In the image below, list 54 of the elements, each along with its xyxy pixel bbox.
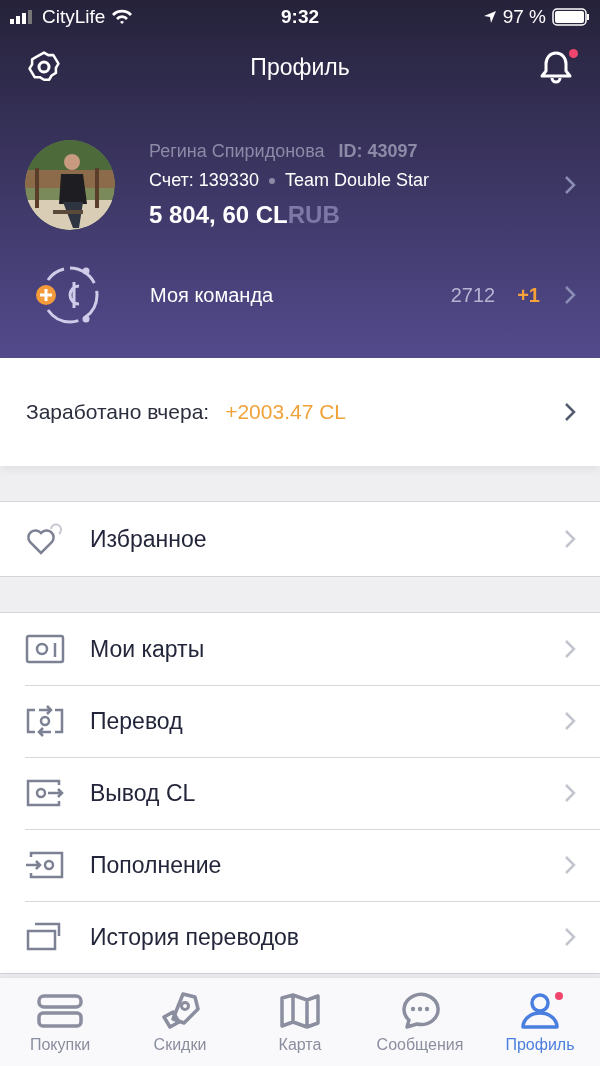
chevron-icon <box>564 175 576 195</box>
menu-label: История переводов <box>90 923 301 951</box>
menu-label: Перевод <box>90 707 184 735</box>
profile-row[interactable]: Регина Спиридонова ID: 43097 Счет: 139330 Team Double Star 5 804, 60 CLRUB <box>0 100 600 230</box>
bullet-dot <box>268 177 275 184</box>
team-delta: +1 <box>517 283 540 307</box>
chevron-icon <box>564 711 576 731</box>
earnings-card[interactable]: Заработано вчера: +2003.47 CL <box>0 358 600 466</box>
user-name: Регина Спиридонова <box>149 141 325 162</box>
chevron-icon <box>564 783 576 803</box>
chat-icon <box>399 991 441 1031</box>
chevron-icon <box>564 927 576 947</box>
earnings-value: +2003.47 CL <box>225 400 348 424</box>
battery-icon <box>552 8 590 26</box>
top-up-icon <box>25 849 65 881</box>
wifi-icon <box>111 9 134 25</box>
team-name: Team Double Star <box>284 170 429 191</box>
battery-level: 97 % <box>502 6 546 28</box>
chevron-icon <box>564 639 576 659</box>
transfer-icon <box>25 705 65 737</box>
person-icon <box>519 991 561 1031</box>
menu-label: Избранное <box>90 525 208 553</box>
withdraw-icon <box>25 777 65 809</box>
heart-icon <box>25 521 65 557</box>
menu-item[interactable]: Вывод CL <box>0 757 600 829</box>
menu-item[interactable]: Мои карты <box>0 613 600 685</box>
menu-item[interactable]: Пополнение <box>0 829 600 901</box>
favorites-item[interactable]: Избранное <box>0 502 600 576</box>
user-id: ID: 43097 <box>338 141 418 162</box>
card-icon <box>25 633 65 665</box>
cards-icon <box>37 993 83 1029</box>
menu-label: Пополнение <box>90 851 223 879</box>
tag-icon <box>159 991 201 1031</box>
team-label: Моя команда <box>150 283 275 307</box>
map-icon <box>279 992 321 1030</box>
currency: RUB <box>287 201 340 228</box>
status-time: 9:32 <box>281 6 319 28</box>
chevron-icon <box>564 529 576 549</box>
chevron-icon <box>564 285 576 305</box>
chevron-icon <box>564 855 576 875</box>
menu-label: Вывод CL <box>90 779 197 807</box>
tab[interactable]: Профиль <box>480 978 600 1066</box>
chevron-icon <box>564 402 576 422</box>
account-number: Счет: 139330 <box>149 170 259 191</box>
balance: 5 804, 60 CL <box>149 201 288 228</box>
team-row[interactable]: Моя команда 2712 +1 <box>0 230 600 330</box>
menu-label: Мои карты <box>90 635 206 663</box>
carrier-name: CityLife <box>42 6 106 28</box>
menu-item[interactable]: Перевод <box>0 685 600 757</box>
earnings-label: Заработано вчера: <box>26 400 210 424</box>
menu-item[interactable]: История переводов <box>0 901 600 973</box>
screen-title: Профиль <box>250 53 350 81</box>
team-count: 2712 <box>450 283 496 307</box>
location-icon <box>482 10 497 24</box>
